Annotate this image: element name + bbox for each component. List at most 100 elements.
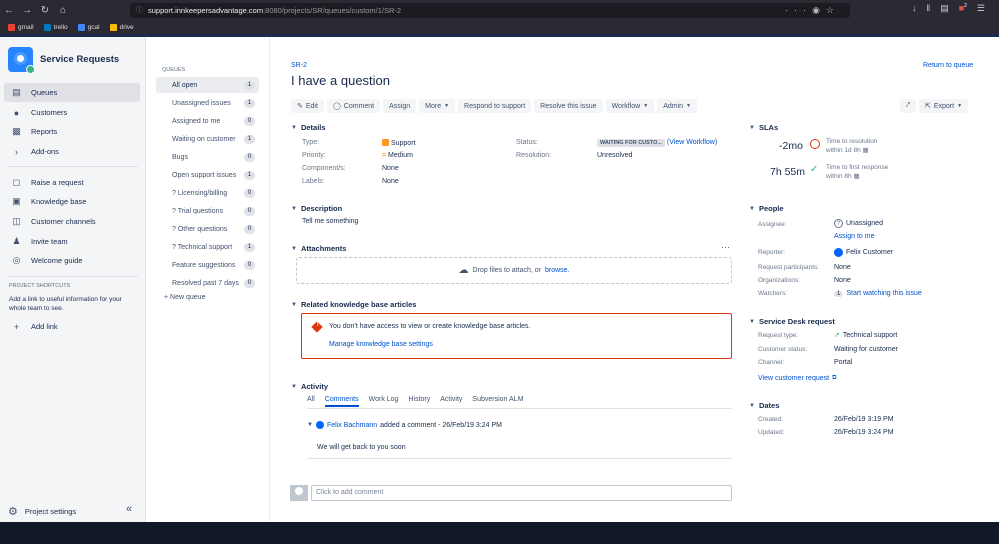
tab-work-log[interactable]: Work Log xyxy=(369,396,399,407)
start-watching-link[interactable]: Start watching this issue xyxy=(846,290,921,297)
participants-value: None xyxy=(834,264,851,271)
new-queue-button[interactable]: + New queue xyxy=(164,294,205,301)
browse-link[interactable]: browse. xyxy=(545,267,570,274)
sidebar-item-welcome-guide[interactable]: ◎ Welcome guide xyxy=(4,251,140,270)
priority-medium-icon: = xyxy=(382,152,387,159)
sidebar-divider xyxy=(8,166,138,167)
sla-breached-icon xyxy=(810,139,820,149)
sidebar-item-knowledge-base[interactable]: ▣ Knowledge base xyxy=(4,192,140,211)
comment-button[interactable]: ◯ Comment xyxy=(326,99,381,113)
chevron-down-icon: ▼ xyxy=(291,245,297,252)
more-button[interactable]: More ▼ xyxy=(419,99,456,113)
bookmark-drive[interactable]: drive xyxy=(109,24,134,31)
sidebar-item-addons[interactable]: › Add-ons xyxy=(4,142,140,161)
share-button[interactable]: ⤤ xyxy=(900,99,916,113)
reporter-value[interactable]: Felix Customer xyxy=(834,248,893,257)
view-customer-request-link[interactable]: View customer request ⧉ xyxy=(758,375,836,382)
wrench-icon: ➚ xyxy=(834,332,840,339)
queue-item[interactable]: ? Other questions 0 xyxy=(156,221,259,237)
queue-item[interactable]: Assigned to me 0 xyxy=(156,113,259,129)
collapse-sidebar-icon[interactable]: « xyxy=(126,503,132,515)
avatar xyxy=(315,421,324,429)
info-icon[interactable]: ⓘ xyxy=(136,3,143,18)
sidebar-item-invite-team[interactable]: ♟ Invite team xyxy=(4,232,140,251)
tab-activity[interactable]: Activity xyxy=(440,396,462,407)
bookmark-trello[interactable]: trello xyxy=(43,24,68,31)
view-workflow-link[interactable]: (View Workflow) xyxy=(667,139,717,146)
queue-item[interactable]: Resolved past 7 days 0 xyxy=(156,275,259,291)
dates-section-toggle[interactable]: ▼ Dates xyxy=(749,401,779,410)
queue-item[interactable]: ? Trial questions 0 xyxy=(156,203,259,219)
activity-section-toggle[interactable]: ▼ Activity xyxy=(291,382,328,391)
extension-icon[interactable]: ■2 xyxy=(959,3,967,14)
tab-comments[interactable]: Comments xyxy=(324,396,359,407)
assign-to-me-link[interactable]: Assign to me xyxy=(834,233,874,240)
queue-item[interactable]: Feature suggestions 0 xyxy=(156,257,259,273)
forward-icon[interactable]: → xyxy=(18,5,36,16)
reload-icon[interactable]: ↻ xyxy=(36,5,54,16)
assign-button[interactable]: Assign xyxy=(383,99,417,113)
queue-item[interactable]: ? Technical support 1 xyxy=(156,239,259,255)
queue-count: 0 xyxy=(244,188,255,198)
queue-item[interactable]: Waiting on customer 1 xyxy=(156,131,259,147)
add-comment-input[interactable]: Click to add comment xyxy=(311,485,732,501)
edit-button[interactable]: ✎ Edit xyxy=(291,99,324,113)
home-icon[interactable]: ⌂ xyxy=(54,5,72,16)
admin-button[interactable]: Admin ▼ xyxy=(657,99,697,113)
chevron-down-icon[interactable]: ▼ xyxy=(307,422,313,428)
comment-author-link[interactable]: Felix Bachmann xyxy=(327,422,377,429)
respond-to-support-button[interactable]: Respond to support xyxy=(458,99,532,113)
sidebar-toggle-icon[interactable]: ▤ xyxy=(940,3,949,14)
menu-icon[interactable]: ☰ xyxy=(977,3,985,14)
project-settings-link[interactable]: ⚙ Project settings xyxy=(8,505,76,518)
sidebar-item-customer-channels[interactable]: ◫ Customer channels xyxy=(4,212,140,231)
details-section-toggle[interactable]: ▼ Details xyxy=(291,123,326,132)
tab-all[interactable]: All xyxy=(307,396,315,407)
issue-key-link[interactable]: SR-2 xyxy=(291,62,307,69)
bookmark-gcal[interactable]: gcal xyxy=(77,24,100,31)
queue-count: 1 xyxy=(244,98,255,108)
tab-subversion-alm[interactable]: Subversion ALM xyxy=(472,396,523,407)
project-status-badge xyxy=(26,65,35,74)
export-button[interactable]: ⇱ Export ▼ xyxy=(918,99,969,113)
pocket-icon[interactable]: ◉ xyxy=(812,5,826,15)
download-icon[interactable]: ↓ xyxy=(912,3,917,14)
sidebar-item-reports[interactable]: ▩ Reports xyxy=(4,122,140,141)
description-text[interactable]: Tell me something xyxy=(302,218,358,225)
sidebar-item-customers[interactable]: ● Customers xyxy=(4,103,140,122)
url-bar[interactable]: ⓘ support.innkeepersadvantage.com:8080/p… xyxy=(130,3,850,18)
assignee-value[interactable]: ? Unassigned xyxy=(834,219,883,228)
resolve-issue-button[interactable]: Resolve this issue xyxy=(534,99,603,113)
queue-item[interactable]: All open 1 xyxy=(156,77,259,93)
queue-item[interactable]: Open support issues 1 xyxy=(156,167,259,183)
project-header[interactable]: Service Requests xyxy=(8,47,119,74)
queues-title: QUEUES xyxy=(162,67,186,73)
attachments-more-icon[interactable]: ··· xyxy=(721,242,730,252)
sidebar-item-raise-request[interactable]: ◻ Raise a request xyxy=(4,173,140,192)
people-section-toggle[interactable]: ▼ People xyxy=(749,204,784,213)
library-icon[interactable]: ‖ xyxy=(926,3,930,14)
description-section-toggle[interactable]: ▼ Description xyxy=(291,204,342,213)
workflow-button[interactable]: Workflow ▼ xyxy=(605,99,655,113)
tab-history[interactable]: History xyxy=(408,396,430,407)
service-desk-section-toggle[interactable]: ▼ Service Desk request xyxy=(749,317,835,326)
return-to-queue-link[interactable]: Return to queue xyxy=(923,62,973,69)
chevron-down-icon: ▼ xyxy=(749,318,755,325)
attachment-dropzone[interactable]: ☁ Drop files to attach, or browse. xyxy=(296,257,732,284)
kb-section-toggle[interactable]: ▼ Related knowledge base articles xyxy=(291,300,416,309)
raise-request-icon: ◻ xyxy=(12,177,21,187)
bookmark-star-icon[interactable]: ☆ xyxy=(826,5,840,15)
queue-item[interactable]: ? Licensing/billing 0 xyxy=(156,185,259,201)
resolution-label: Resolution: xyxy=(516,152,552,159)
page-actions-icon[interactable]: ··· xyxy=(785,5,812,15)
back-icon[interactable]: ← xyxy=(0,5,18,16)
kb-error-message: You don't have access to view or create … xyxy=(329,323,531,330)
attachments-section-toggle[interactable]: ▼ Attachments xyxy=(291,244,346,253)
sidebar-item-queues[interactable]: ▤ Queues xyxy=(4,83,140,102)
add-link-button[interactable]: + Add link xyxy=(4,317,140,336)
queue-item[interactable]: Unassigned issues 1 xyxy=(156,95,259,111)
bookmark-gmail[interactable]: gmail xyxy=(8,24,34,31)
slas-section-toggle[interactable]: ▼ SLAs xyxy=(749,123,778,132)
manage-kb-settings-link[interactable]: Manage knowledge base settings xyxy=(329,341,433,348)
queue-item[interactable]: Bugs 0 xyxy=(156,149,259,165)
